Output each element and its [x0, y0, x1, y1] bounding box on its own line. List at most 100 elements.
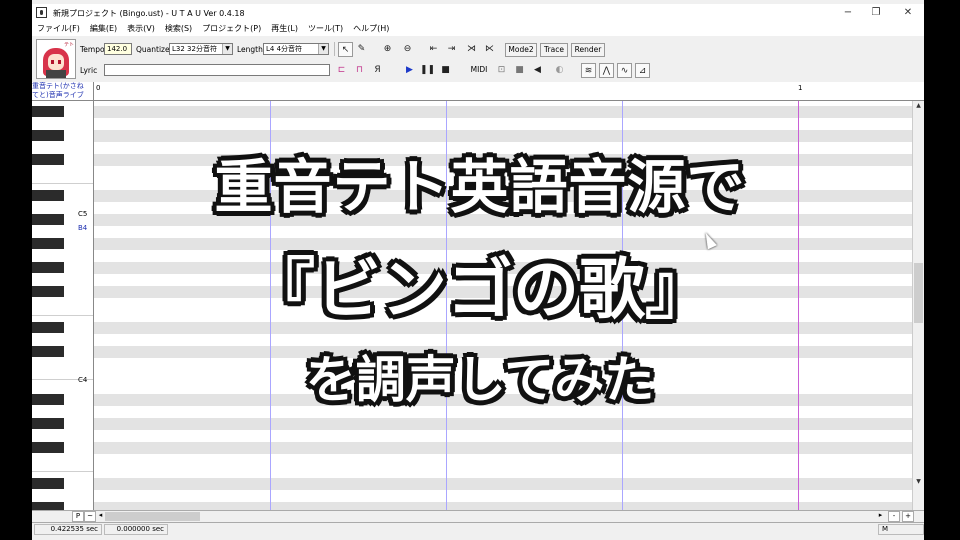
grid-row	[94, 442, 912, 454]
vibrato-icon[interactable]: ≋	[581, 63, 596, 78]
zoom-out-icon[interactable]: ⊖	[400, 42, 415, 57]
black-key[interactable]	[32, 154, 64, 165]
black-key[interactable]	[32, 418, 64, 429]
play-icon[interactable]: ▶	[402, 63, 417, 78]
grid-row	[94, 106, 912, 118]
ruler-start: 0	[96, 84, 101, 92]
beat-line	[446, 101, 447, 512]
black-key[interactable]	[32, 106, 64, 117]
scroll-down-icon[interactable]: ▼	[913, 477, 924, 487]
pitch-icon[interactable]: ∿	[617, 63, 632, 78]
close-button[interactable]: ✕	[898, 5, 918, 21]
trace-button[interactable]: Trace	[540, 43, 568, 57]
pencil-icon[interactable]: ✎	[354, 42, 369, 57]
minimize-button[interactable]: −	[838, 5, 858, 21]
quantize-value: L32 32分音符	[172, 45, 217, 53]
grid-row	[94, 286, 912, 298]
menu-bar: ファイル(F) 編集(E) 表示(V) 検索(S) プロジェクト(P) 再生(L…	[32, 22, 924, 36]
timeline-ruler[interactable]: 0 1	[94, 82, 924, 101]
intensity-icon[interactable]: ⊿	[635, 63, 650, 78]
beat-line	[270, 101, 271, 512]
black-key[interactable]	[32, 262, 64, 273]
singer-avatar[interactable]: テト	[36, 39, 76, 79]
menu-playback[interactable]: 再生(L)	[266, 22, 303, 36]
avatar-tag: テト	[64, 42, 75, 48]
grid-row	[94, 262, 912, 274]
menu-file[interactable]: ファイル(F)	[32, 22, 85, 36]
black-key[interactable]	[32, 478, 64, 489]
black-key[interactable]	[32, 346, 64, 357]
singer-header[interactable]: 重音テト(かさね てと)音声ライブ	[32, 82, 94, 101]
zoom-plus-button[interactable]: +	[902, 511, 914, 522]
status-time-cursor: 0.422535 sec	[34, 524, 102, 535]
menu-project[interactable]: プロジェクト(P)	[197, 22, 266, 36]
note-grid[interactable]	[94, 101, 912, 512]
black-key[interactable]	[32, 322, 64, 333]
merge-icon[interactable]: ⋉	[482, 42, 497, 57]
reverse-icon[interactable]: Я	[370, 63, 385, 78]
black-key[interactable]	[32, 394, 64, 405]
toolbar: テト Tempo 142.0 Quantize L32 32分音符 ▼ Leng…	[32, 36, 924, 82]
key-divider	[32, 183, 93, 184]
length-select[interactable]: L4 4分音符 ▼	[263, 43, 329, 55]
grid-row	[94, 154, 912, 166]
record-icon[interactable]: ⊡	[494, 63, 509, 78]
black-key[interactable]	[32, 130, 64, 141]
vertical-scrollbar[interactable]: ▲ ▼	[912, 101, 924, 512]
note-label-b4: B4	[78, 224, 88, 232]
grid-row	[94, 418, 912, 430]
black-key[interactable]	[32, 442, 64, 453]
stop-icon[interactable]: ■	[438, 63, 453, 78]
key-divider	[32, 315, 93, 316]
black-key[interactable]	[32, 238, 64, 249]
range-select-icon[interactable]: ⊓	[352, 63, 367, 78]
go-end-icon[interactable]: ⇥	[444, 42, 459, 57]
loop-icon[interactable]: ◐	[552, 63, 567, 78]
black-key[interactable]	[32, 286, 64, 297]
zoom-minus-button[interactable]: -	[888, 511, 900, 522]
hscroll-thumb[interactable]	[105, 512, 200, 521]
tempo-input[interactable]: 142.0	[104, 43, 132, 55]
speaker-icon[interactable]: ◀	[530, 63, 545, 78]
scroll-right-icon[interactable]: ▸	[876, 511, 885, 522]
app-icon	[36, 7, 47, 18]
pointer-icon[interactable]: ↖	[338, 42, 353, 57]
quantize-select[interactable]: L32 32分音符 ▼	[169, 43, 233, 55]
maximize-button[interactable]: ❐	[866, 5, 886, 21]
envelope-icon[interactable]: ⋀	[599, 63, 614, 78]
menu-view[interactable]: 表示(V)	[122, 22, 160, 36]
grid-row	[94, 394, 912, 406]
zoom-in-icon[interactable]: ⊕	[380, 42, 395, 57]
grid-row	[94, 190, 912, 202]
grid-row	[94, 214, 912, 226]
insert-note-icon[interactable]: ⊏	[334, 63, 349, 78]
midi-button[interactable]: MIDI	[467, 64, 491, 78]
horizontal-scrollbar[interactable]: P ~ ◂ ▸ - +	[32, 510, 924, 522]
split-icon[interactable]: ⋊	[464, 42, 479, 57]
stop-record-icon[interactable]: ■	[512, 63, 527, 78]
menu-tools[interactable]: ツール(T)	[303, 22, 348, 36]
avatar-eye	[51, 60, 54, 64]
piano-keys[interactable]: C5 B4 C4	[32, 101, 94, 512]
p-button[interactable]: P	[72, 511, 84, 522]
tempo-label: Tempo	[80, 45, 105, 54]
scroll-up-icon[interactable]: ▲	[913, 101, 924, 111]
menu-edit[interactable]: 編集(E)	[85, 22, 122, 36]
menu-search[interactable]: 検索(S)	[160, 22, 197, 36]
pause-icon[interactable]: ❚❚	[420, 63, 435, 78]
singer-name-line2: てと)音声ライブ	[32, 91, 84, 99]
go-start-icon[interactable]: ⇤	[426, 42, 441, 57]
scroll-thumb[interactable]	[914, 263, 923, 323]
black-key[interactable]	[32, 214, 64, 225]
mode2-button[interactable]: Mode2	[505, 43, 537, 57]
avatar-body	[46, 70, 66, 78]
key-divider	[32, 471, 93, 472]
chevron-down-icon: ▼	[318, 44, 328, 54]
render-button[interactable]: Render	[571, 43, 605, 57]
black-key[interactable]	[32, 190, 64, 201]
scroll-left-icon[interactable]: ◂	[96, 511, 105, 522]
length-label: Length	[237, 45, 263, 54]
lyric-input[interactable]	[104, 64, 330, 76]
tilde-button[interactable]: ~	[84, 511, 96, 522]
menu-help[interactable]: ヘルプ(H)	[348, 22, 394, 36]
